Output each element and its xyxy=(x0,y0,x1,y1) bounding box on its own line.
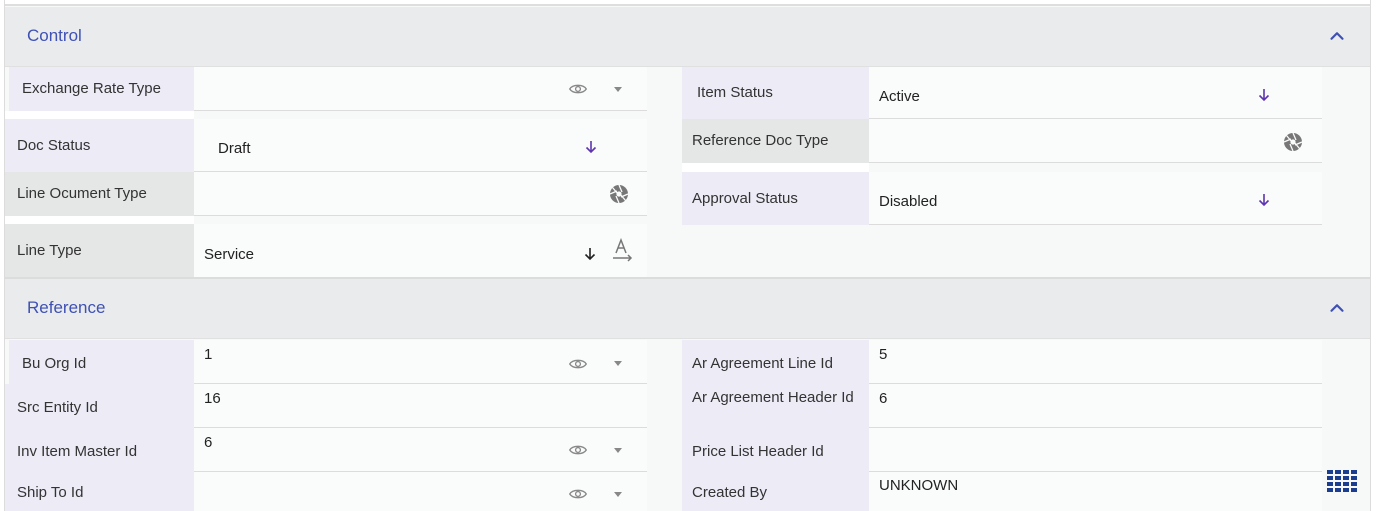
chevron-up-icon[interactable] xyxy=(1326,25,1348,47)
reference-doc-type-input[interactable] xyxy=(869,119,1322,163)
arrow-down-icon[interactable] xyxy=(584,247,596,261)
spacer xyxy=(682,163,869,172)
src-entity-id-input[interactable]: 16 xyxy=(194,384,647,428)
caret-down-icon[interactable] xyxy=(614,361,622,366)
created-by-value: UNKNOWN xyxy=(879,477,959,494)
arrow-down-icon[interactable] xyxy=(1258,193,1270,207)
approval-status-value: Disabled xyxy=(879,193,938,210)
eye-icon[interactable] xyxy=(569,357,587,371)
src-entity-id-value: 16 xyxy=(204,390,221,407)
bu-org-id-input[interactable]: 1 xyxy=(194,340,647,384)
eye-icon[interactable] xyxy=(569,487,587,501)
text-format-icon[interactable] xyxy=(612,238,634,262)
reference-section-title: Reference xyxy=(27,298,106,317)
caret-down-icon[interactable] xyxy=(614,448,622,453)
field-ar-agreement-line-id: Ar Agreement Line Id 5 xyxy=(682,340,1322,384)
field-line-ocument-type: Line Ocument Type xyxy=(5,172,647,216)
eye-icon[interactable] xyxy=(569,443,587,457)
ar-agreement-header-id-input[interactable]: 6 xyxy=(869,384,1322,428)
field-ar-agreement-header-id: Ar Agreement Header Id 6 xyxy=(682,384,1322,428)
line-ocument-type-input[interactable] xyxy=(194,172,647,216)
created-by-label: Created By xyxy=(682,472,869,511)
src-entity-id-label: Src Entity Id xyxy=(5,384,194,428)
item-status-value: Active xyxy=(879,88,920,105)
caret-down-icon[interactable] xyxy=(614,492,622,497)
line-type-value: Service xyxy=(204,246,255,263)
grid-icon[interactable] xyxy=(1327,470,1357,492)
doc-status-label: Doc Status xyxy=(5,119,194,172)
field-price-list-header-id: Price List Header Id xyxy=(682,428,1322,472)
inv-item-master-id-value: 6 xyxy=(204,434,213,451)
exchange-rate-type-label: Exchange Rate Type xyxy=(9,67,194,111)
reference-section-header[interactable]: Reference xyxy=(5,279,1370,339)
price-list-header-id-input[interactable] xyxy=(869,428,1322,472)
ar-agreement-header-id-value: 6 xyxy=(879,390,888,407)
line-type-select[interactable]: Service xyxy=(194,224,647,277)
doc-status-select[interactable]: Draft xyxy=(194,119,647,172)
field-exchange-rate-type: Exchange Rate Type xyxy=(5,67,647,111)
ar-agreement-header-id-label: Ar Agreement Header Id xyxy=(682,384,869,428)
inv-item-master-id-label: Inv Item Master Id xyxy=(5,428,194,472)
line-ocument-type-label: Line Ocument Type xyxy=(5,172,194,216)
item-status-label: Item Status xyxy=(682,67,869,119)
aperture-icon[interactable] xyxy=(1283,132,1303,152)
bu-org-id-value: 1 xyxy=(204,346,213,363)
eye-icon[interactable] xyxy=(569,82,587,96)
ar-agreement-line-id-label: Ar Agreement Line Id xyxy=(682,340,869,384)
ship-to-id-label: Ship To Id xyxy=(5,472,194,511)
control-section-header[interactable]: Control xyxy=(5,7,1370,67)
approval-status-select[interactable]: Disabled xyxy=(869,172,1322,225)
line-type-label: Line Type xyxy=(5,224,194,277)
bu-org-id-label: Bu Org Id xyxy=(9,340,194,384)
field-item-status: Item Status Active xyxy=(682,67,1322,119)
arrow-down-icon[interactable] xyxy=(1258,88,1270,102)
field-doc-status: Doc Status Draft xyxy=(5,119,647,172)
caret-down-icon[interactable] xyxy=(614,87,622,92)
control-section-title: Control xyxy=(27,26,82,45)
field-inv-item-master-id: Inv Item Master Id 6 xyxy=(5,428,647,472)
spacer xyxy=(5,111,194,119)
item-status-select[interactable]: Active xyxy=(869,67,1322,119)
field-bu-org-id: Bu Org Id 1 xyxy=(5,340,647,384)
arrow-down-icon[interactable] xyxy=(585,140,597,154)
aperture-icon[interactable] xyxy=(609,184,629,204)
field-line-type: Line Type Service xyxy=(5,224,647,277)
ship-to-id-input[interactable] xyxy=(194,472,647,511)
doc-status-value: Draft xyxy=(218,140,251,157)
form-frame: Control Exchange Rate Type Doc Status Dr… xyxy=(4,0,1371,511)
top-strip xyxy=(5,0,1370,6)
ar-agreement-line-id-input[interactable]: 5 xyxy=(869,340,1322,384)
reference-doc-type-label: Reference Doc Type xyxy=(682,119,869,163)
created-by-input[interactable]: UNKNOWN xyxy=(869,472,1322,511)
exchange-rate-type-input[interactable] xyxy=(194,67,647,111)
field-ship-to-id: Ship To Id xyxy=(5,472,647,511)
price-list-header-id-label: Price List Header Id xyxy=(682,428,869,472)
spacer xyxy=(5,216,194,224)
field-src-entity-id: Src Entity Id 16 xyxy=(5,384,647,428)
ar-agreement-line-id-value: 5 xyxy=(879,346,888,363)
chevron-up-icon[interactable] xyxy=(1326,297,1348,319)
field-approval-status: Approval Status Disabled xyxy=(682,172,1322,225)
field-reference-doc-type: Reference Doc Type xyxy=(682,119,1322,163)
field-created-by: Created By UNKNOWN xyxy=(682,472,1322,511)
inv-item-master-id-input[interactable]: 6 xyxy=(194,428,647,472)
approval-status-label: Approval Status xyxy=(682,172,869,225)
